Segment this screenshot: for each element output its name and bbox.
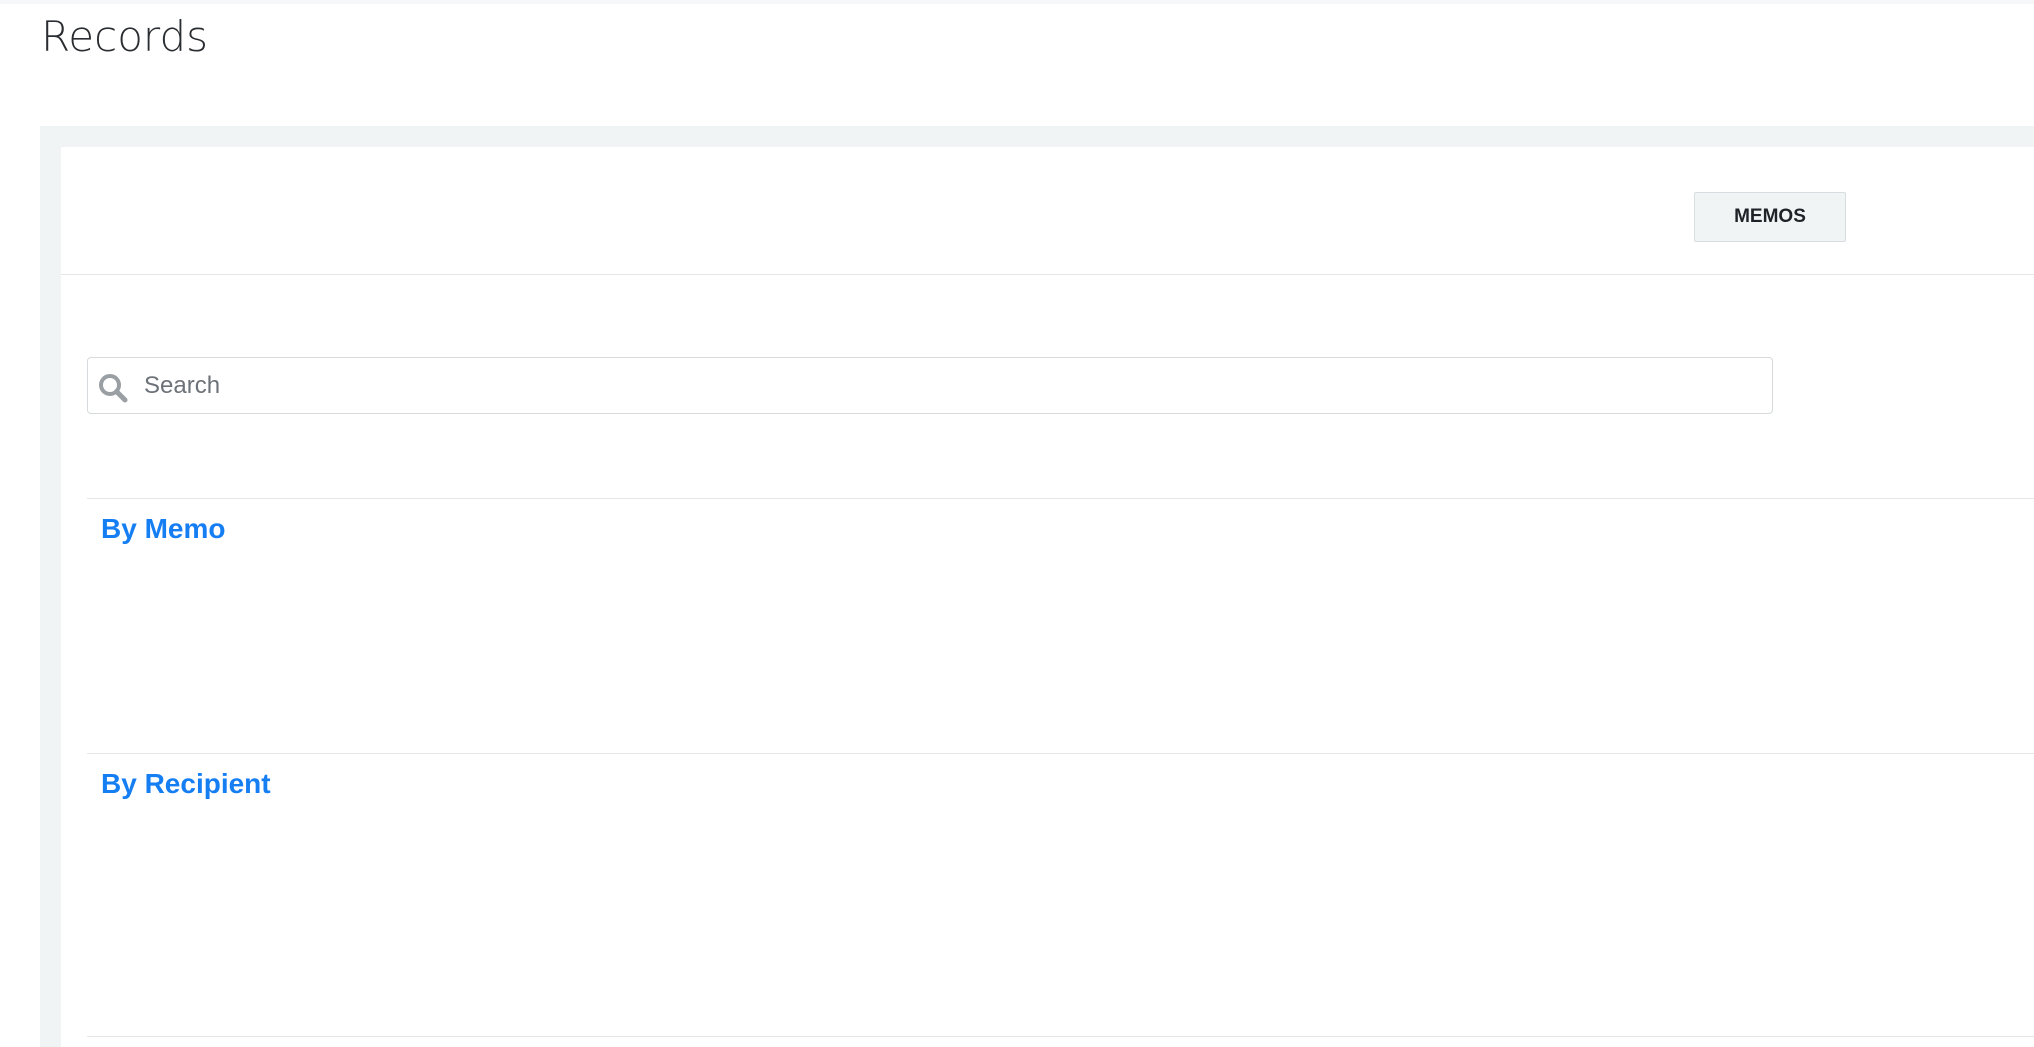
section-by-recipient: By Recipient xyxy=(87,753,2034,1036)
search-input[interactable] xyxy=(144,358,1744,413)
records-panel: MEMOS By Memo By Recipient xyxy=(61,147,2034,1047)
records-page: Records MEMOS By Memo By Recipient xyxy=(0,0,2034,1047)
search-box xyxy=(87,357,1773,414)
top-strip xyxy=(0,0,2034,4)
memos-button[interactable]: MEMOS xyxy=(1694,192,1846,242)
page-title: Records xyxy=(41,12,208,61)
search-icon xyxy=(97,372,129,404)
panel-header: MEMOS xyxy=(61,147,2034,275)
by-recipient-link[interactable]: By Recipient xyxy=(101,768,271,800)
section-by-memo: By Memo xyxy=(87,498,2034,753)
section-divider xyxy=(87,1036,2034,1037)
by-memo-link[interactable]: By Memo xyxy=(101,513,225,545)
